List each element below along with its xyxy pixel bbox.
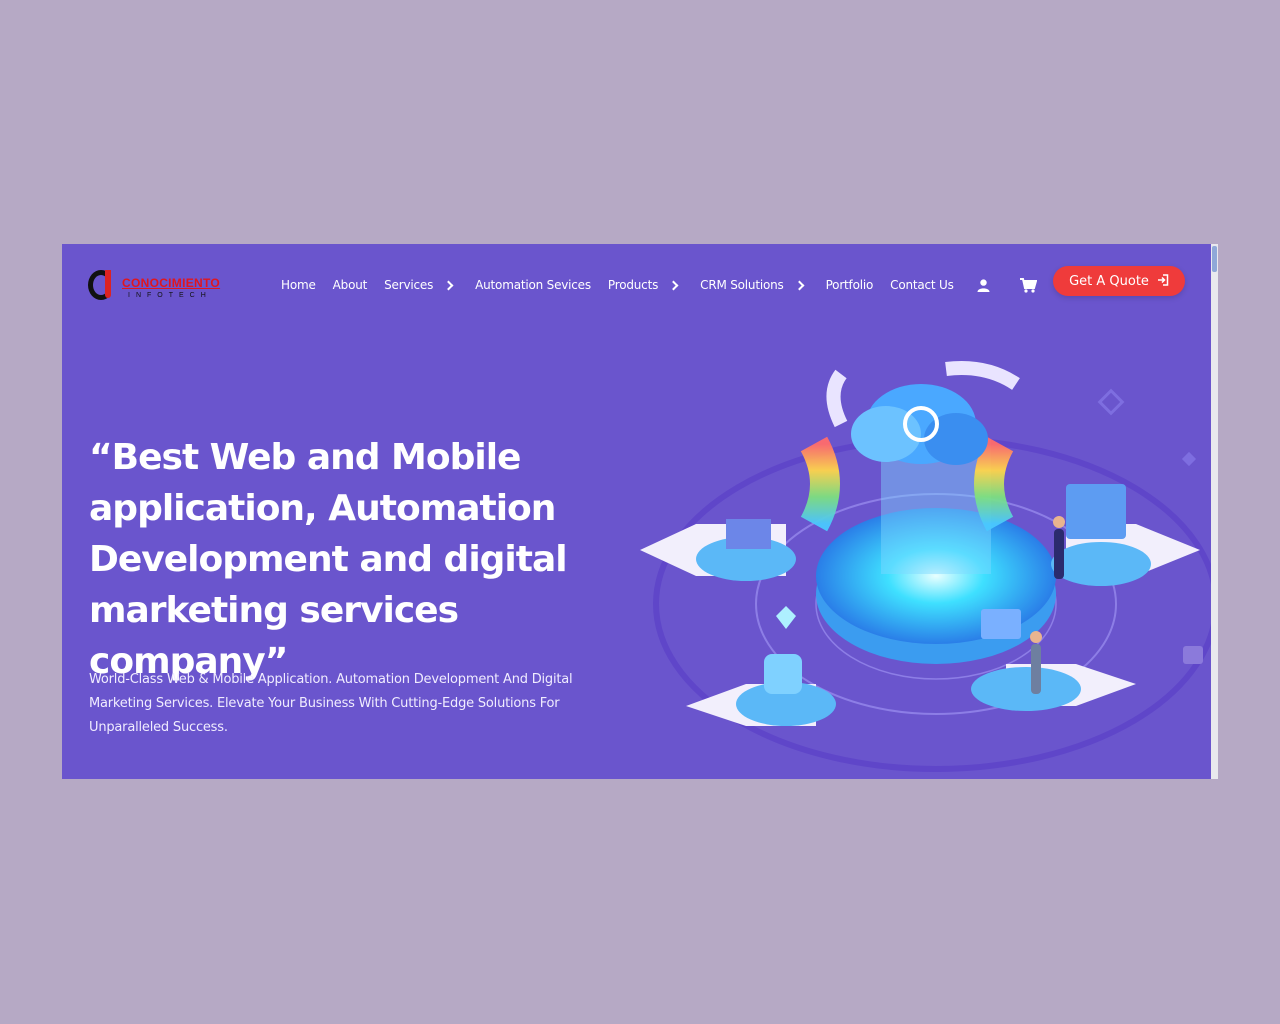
site-header: CONOCIMIENTO INFOTECH Home About Service… xyxy=(62,244,1211,324)
logo-name: CONOCIMIENTO xyxy=(122,276,221,290)
nav-services-label: Services xyxy=(384,278,434,292)
nav-services[interactable]: Services xyxy=(384,278,458,292)
get-a-quote-button[interactable]: Get A Quote xyxy=(1053,266,1185,296)
logo-subtitle: INFOTECH xyxy=(128,292,212,299)
company-logo[interactable]: CONOCIMIENTO INFOTECH xyxy=(88,264,258,308)
nav-crm-label: CRM Solutions xyxy=(700,278,784,292)
nav-automation-label: Automation Sevices xyxy=(475,278,591,292)
nav-products[interactable]: Products xyxy=(608,278,683,292)
nav-home[interactable]: Home xyxy=(281,278,316,292)
website-frame: CONOCIMIENTO INFOTECH Home About Service… xyxy=(62,244,1218,779)
hero-title: “Best Web and Mobile application, Automa… xyxy=(89,437,568,682)
hero-illustration xyxy=(636,322,1218,774)
chevron-right-icon xyxy=(794,280,805,290)
scrollbar-thumb[interactable] xyxy=(1212,246,1217,272)
hero-subtitle: World-Class Web & Mobile Application. Au… xyxy=(89,672,573,735)
nav-home-label: Home xyxy=(281,278,316,292)
nav-automation-services[interactable]: Automation Sevices xyxy=(475,278,591,292)
nav-crm-solutions[interactable]: CRM Solutions xyxy=(700,278,808,292)
user-icon[interactable] xyxy=(977,278,990,292)
cart-icon[interactable] xyxy=(1019,277,1037,293)
scrollbar[interactable] xyxy=(1211,244,1218,779)
nav-about-label: About xyxy=(332,278,368,292)
main-nav: Home About Services Automation Sevices P… xyxy=(281,275,1061,295)
nav-about[interactable]: About xyxy=(332,278,368,292)
nav-products-label: Products xyxy=(607,278,659,292)
nav-portfolio[interactable]: Portfolio xyxy=(826,278,874,292)
chevron-right-icon xyxy=(443,280,454,290)
nav-contact-us[interactable]: Contact Us xyxy=(890,278,954,292)
logo-mark-j xyxy=(105,270,111,298)
sign-in-icon xyxy=(1157,273,1169,289)
nav-contact-label: Contact Us xyxy=(890,278,954,292)
nav-portfolio-label: Portfolio xyxy=(825,278,874,292)
chevron-right-icon xyxy=(668,280,679,290)
get-a-quote-label: Get A Quote xyxy=(1069,273,1149,289)
chat-icon[interactable] xyxy=(1183,646,1203,664)
